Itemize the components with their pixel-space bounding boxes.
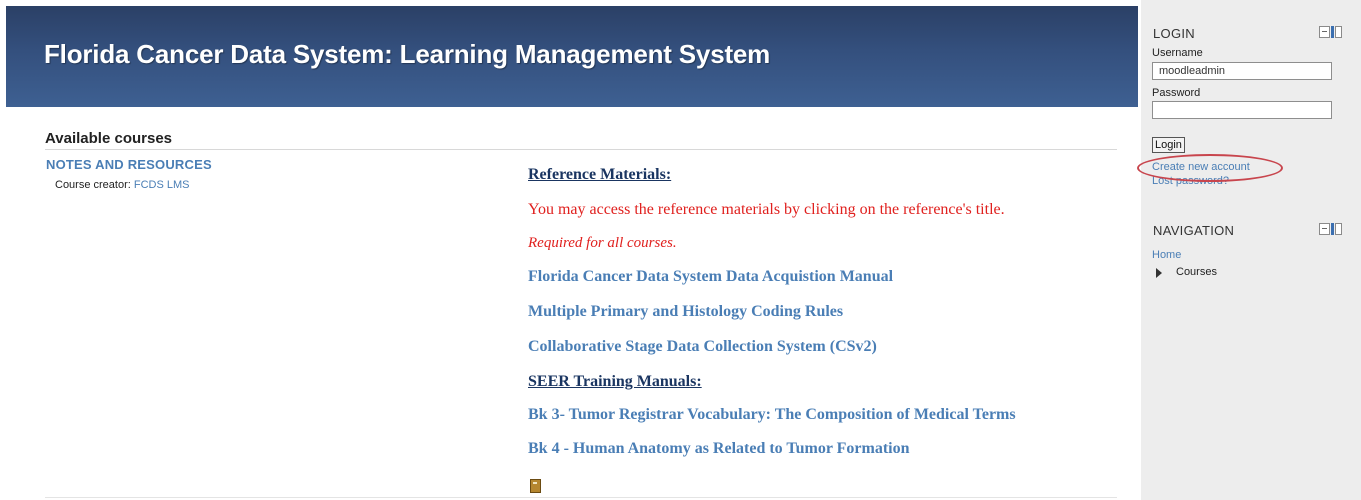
divider: [45, 497, 1117, 498]
reference-materials-heading: Reference Materials:: [528, 166, 672, 183]
nav-courses-item[interactable]: Courses: [1176, 266, 1217, 278]
required-note: Required for all courses.: [528, 235, 677, 251]
dock-block-icon[interactable]: [1319, 26, 1342, 38]
username-field[interactable]: moodleadmin: [1152, 62, 1332, 80]
seer-manuals-heading: SEER Training Manuals:: [528, 373, 702, 390]
password-field[interactable]: [1152, 101, 1332, 119]
lost-password-link[interactable]: Lost password?: [1152, 175, 1229, 187]
divider: [45, 149, 1117, 150]
course-creator-label: Course creator:: [55, 179, 131, 191]
dock-block-icon[interactable]: [1319, 223, 1342, 235]
username-label: Username: [1152, 47, 1203, 59]
login-button[interactable]: Login: [1152, 137, 1185, 153]
course-creator: Course creator: FCDS LMS: [55, 179, 190, 191]
nav-home-link[interactable]: Home: [1152, 249, 1181, 261]
course-creator-link[interactable]: FCDS LMS: [134, 179, 190, 191]
site-header: Florida Cancer Data System: Learning Man…: [6, 6, 1138, 107]
reference-link-mph-rules[interactable]: Multiple Primary and Histology Coding Ru…: [528, 303, 843, 321]
available-courses-heading: Available courses: [45, 130, 173, 147]
course-title-link[interactable]: NOTES AND RESOURCES: [46, 157, 212, 172]
sidebar: LOGIN Username moodleadmin Password Logi…: [1141, 0, 1361, 500]
login-block-title: LOGIN: [1153, 26, 1195, 41]
create-account-link[interactable]: Create new account: [1152, 161, 1250, 173]
navigation-block-title: NAVIGATION: [1153, 223, 1235, 238]
site-title: Florida Cancer Data System: Learning Man…: [44, 39, 771, 69]
access-note: You may access the reference materials b…: [528, 201, 1005, 218]
file-icon[interactable]: [530, 479, 541, 493]
password-label: Password: [1152, 87, 1201, 99]
seer-link-bk3[interactable]: Bk 3- Tumor Registrar Vocabulary: The Co…: [528, 406, 1016, 424]
seer-link-bk4[interactable]: Bk 4 - Human Anatomy as Related to Tumor…: [528, 440, 910, 458]
reference-link-fcds-manual[interactable]: Florida Cancer Data System Data Acquisti…: [528, 268, 893, 286]
expand-arrow-icon[interactable]: [1156, 268, 1162, 278]
reference-link-csv2[interactable]: Collaborative Stage Data Collection Syst…: [528, 338, 877, 356]
